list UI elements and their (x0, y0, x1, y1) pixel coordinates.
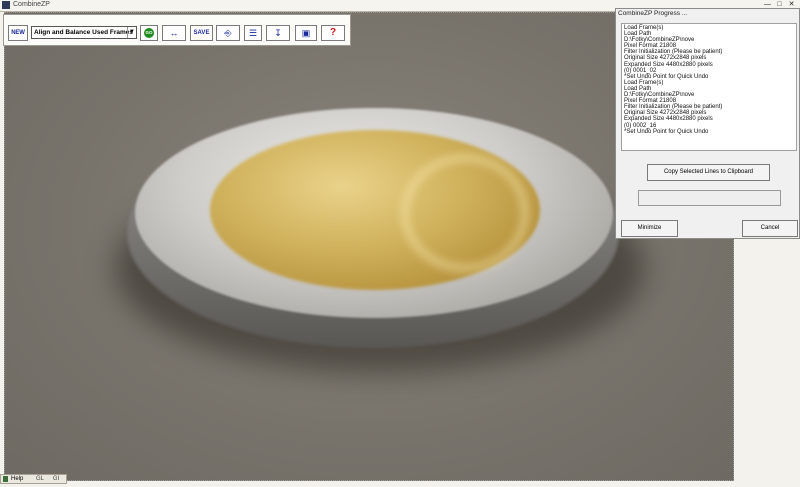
progress-dialog: CombineZP Progress ... Load Frame(s) Loa… (615, 8, 800, 239)
progress-bar (638, 190, 781, 206)
frames-list-icon-button[interactable]: ☰ (244, 25, 262, 41)
status-segment-gl: GL (35, 476, 44, 482)
log-line[interactable]: *Set Undo Point for Quick Undo (624, 129, 794, 135)
window-title: CombineZP (13, 1, 50, 8)
copy-lines-button[interactable]: Copy Selected Lines to Clipboard (647, 164, 770, 181)
help-icon (3, 476, 8, 482)
stack-down-icon-button[interactable]: ↧ (266, 25, 290, 41)
status-bar: Help GL GI (0, 474, 67, 484)
go-label: GO (144, 28, 154, 38)
go-button[interactable]: GO (140, 25, 158, 41)
new-button[interactable]: NEW (8, 25, 28, 41)
coin-numeral (400, 153, 530, 273)
resize-icon-button[interactable]: ↔ (162, 25, 186, 41)
minimize-button[interactable]: Minimize (621, 220, 678, 237)
cancel-button[interactable]: Cancel (742, 220, 798, 237)
save-button[interactable]: SAVE (190, 25, 213, 41)
app-icon (2, 1, 10, 9)
dialog-title: CombineZP Progress ... (618, 10, 688, 17)
macro-select[interactable]: Align and Balance Used Frames ▼ (31, 26, 137, 39)
toolbar: NEW Align and Balance Used Frames ▼ GO ↔… (3, 14, 351, 46)
status-help-label[interactable]: Help (11, 475, 23, 483)
macro-selected-label: Align and Balance Used Frames (34, 29, 133, 36)
status-segment-gi: GI (52, 476, 60, 482)
help-button[interactable]: ? (321, 25, 345, 41)
chevron-down-icon: ▼ (127, 27, 136, 38)
progress-log[interactable]: Load Frame(s) Load Path D:\Fotky\Combine… (621, 23, 797, 151)
window-icon-button[interactable]: ▣ (295, 25, 317, 41)
align-stack-icon-button[interactable]: ⎆ (216, 25, 240, 41)
